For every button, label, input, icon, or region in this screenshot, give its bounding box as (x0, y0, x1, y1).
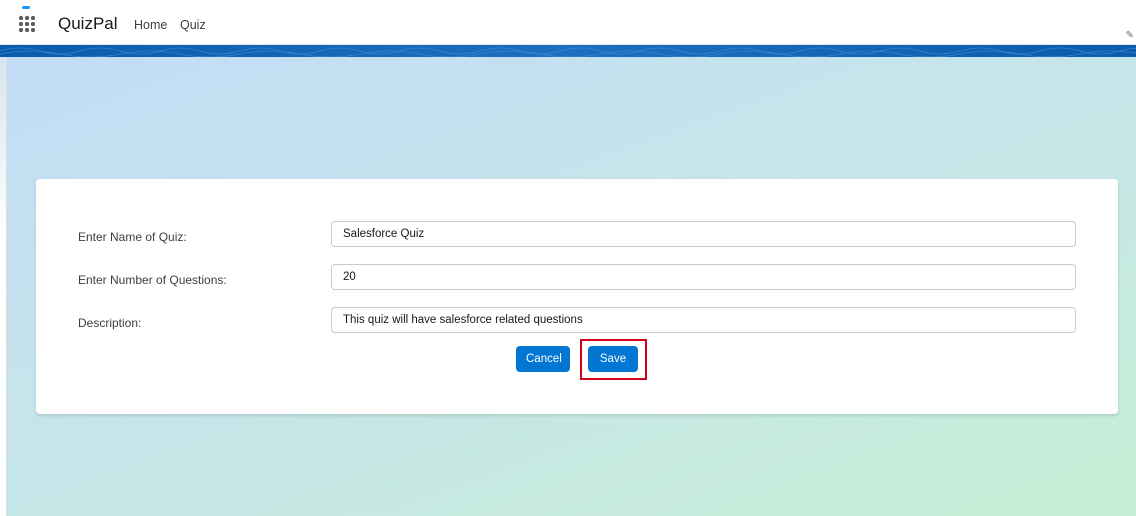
app-launcher-icon[interactable] (19, 16, 35, 32)
description-input[interactable] (331, 307, 1076, 333)
left-edge (0, 57, 7, 516)
nav-item-home[interactable]: Home (134, 18, 167, 32)
edit-nav-icon[interactable]: ✎ (1126, 30, 1134, 41)
question-count-label: Enter Number of Questions: (78, 273, 227, 287)
quiz-name-label: Enter Name of Quiz: (78, 230, 187, 244)
cancel-button[interactable]: Cancel (516, 346, 570, 372)
description-label: Description: (78, 316, 142, 330)
brand-accent (22, 6, 30, 9)
save-button[interactable]: Save (588, 346, 638, 372)
header-banner (0, 45, 1136, 57)
banner-pattern (0, 47, 1136, 57)
quiz-name-input[interactable] (331, 221, 1076, 247)
global-header: QuizPal Home Quiz ✎ (0, 0, 1136, 45)
nav-item-quiz[interactable]: Quiz (180, 18, 206, 32)
app-name: QuizPal (58, 14, 118, 33)
quiz-form-card: Enter Name of Quiz: Enter Number of Ques… (36, 179, 1118, 414)
question-count-input[interactable] (331, 264, 1076, 290)
